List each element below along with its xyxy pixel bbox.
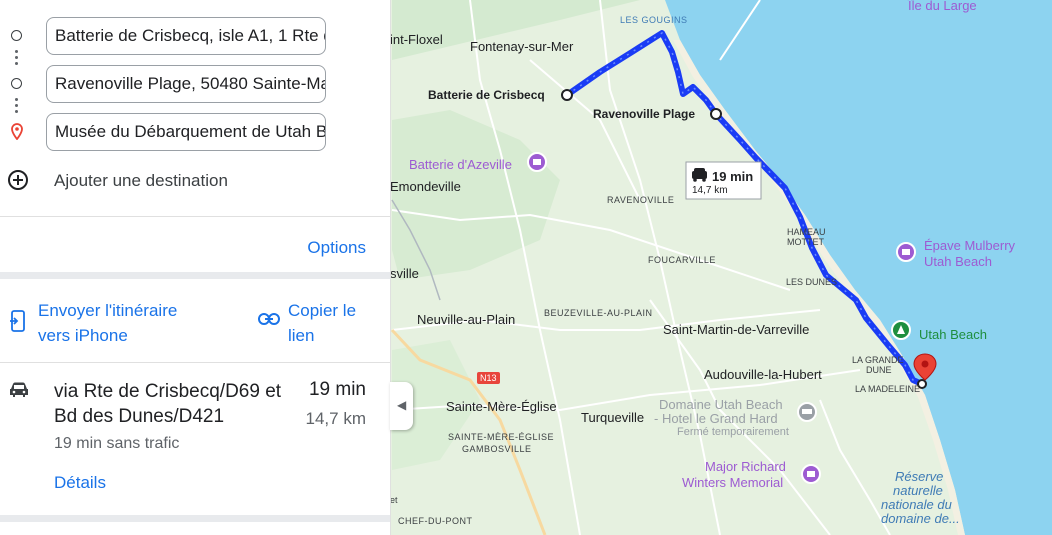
label-chef-du-pont: CHEF-DU-PONT [398, 516, 473, 526]
label-fontenay: Fontenay-sur-Mer [470, 39, 574, 54]
label-sainte-mere-small: SAINTE-MÈRE-ÉGLISE [448, 432, 554, 442]
label-utah-beach: Utah Beach [919, 327, 987, 342]
label-sainte-mere-eglise: Sainte-Mère-Église [446, 399, 557, 414]
label-hameau: HAMEAU [787, 227, 826, 237]
label-neuville: Neuville-au-Plain [417, 312, 515, 327]
route-option[interactable]: via Rte de Crisbecq/D69 et Bd des Dunes/… [0, 363, 390, 515]
car-icon [10, 382, 28, 397]
waypoint-input-stop[interactable]: Ravenoville Plage, 50480 Sainte-Marie-du… [46, 65, 326, 103]
label-hameau-2: MOTTET [787, 237, 824, 247]
start-marker[interactable] [561, 89, 573, 101]
route-duration-badge[interactable]: 19 min 14,7 km [685, 161, 762, 200]
chevron-left-icon: ◀ [397, 398, 407, 412]
section-divider [0, 272, 390, 279]
waypoint-marker[interactable] [710, 108, 722, 120]
n13-shield: N13 [477, 372, 500, 384]
details-link[interactable]: Détails [54, 473, 106, 493]
label-ile-du-large: Île du Large [907, 0, 977, 13]
label-reserve-2: naturelle [893, 483, 943, 498]
add-destination-button[interactable]: Ajouter une destination [0, 164, 390, 198]
label-les-gougins: LES GOUGINS [620, 15, 688, 25]
label-reserve-4: domaine de... [881, 511, 960, 526]
label-emondeville: Emondeville [390, 179, 461, 194]
waypoint-row: Batterie de Crisbecq, isle A1, 1 Rte de … [0, 17, 390, 57]
label-la-grande-dune-2: DUNE [866, 365, 892, 375]
route-distance: 14,7 km [305, 409, 366, 428]
add-circle-icon [8, 170, 28, 190]
museum-icon[interactable] [896, 242, 916, 262]
directions-panel: Batterie de Crisbecq, isle A1, 1 Rte de … [0, 0, 391, 535]
section-divider [0, 515, 390, 522]
badge-distance: 14,7 km [692, 185, 728, 196]
label-winters-memorial: Winters Memorial [682, 475, 783, 490]
label-et: et [390, 495, 398, 505]
waypoint-circle-icon [11, 30, 22, 41]
label-domaine-hotel: - Hotel le Grand Hard [654, 411, 778, 426]
label-epave-2: Utah Beach [924, 254, 992, 269]
copy-link-button[interactable]: Copier le lien [258, 296, 388, 352]
hotel-icon[interactable] [797, 402, 817, 422]
label-la-grande-dune: LA GRANDE [852, 355, 904, 365]
park-icon[interactable] [891, 320, 911, 340]
label-reserve-3: nationale du [881, 497, 952, 512]
label-gambosville: GAMBOSVILLE [462, 444, 532, 454]
send-to-phone-label: Envoyer l'itinéraire vers iPhone [38, 301, 178, 345]
destination-pin-icon [11, 123, 23, 140]
collapse-panel-button[interactable]: ◀ [390, 382, 413, 430]
label-la-madeleine: LA MADELEINE [855, 384, 920, 394]
route-via: via Rte de Crisbecq/D69 et Bd des Dunes/… [54, 381, 282, 427]
link-icon [258, 313, 280, 325]
divider [0, 216, 390, 217]
route-duration: 19 min [308, 379, 366, 400]
label-sville: sville [390, 266, 419, 281]
copy-link-label: Copier le lien [288, 301, 357, 345]
waypoint-circle-icon [11, 78, 22, 89]
label-ravenoville: RAVENOVILLE [607, 195, 674, 205]
waypoint-row: Ravenoville Plage, 50480 Sainte-Marie-du… [0, 65, 390, 105]
waypoint-input-start[interactable]: Batterie de Crisbecq, isle A1, 1 Rte de … [46, 17, 326, 55]
label-ravenoville-plage: Ravenoville Plage [593, 107, 695, 121]
label-saint-floxel: int-Floxel [390, 32, 443, 47]
label-turqueville: Turqueville [581, 410, 644, 425]
waypoint-input-destination[interactable]: Musée du Débarquement de Utah Beach [46, 113, 326, 151]
add-destination-label: Ajouter une destination [54, 171, 228, 190]
label-domaine-utah: Domaine Utah Beach [659, 397, 783, 412]
label-les-dunes: LES DUNES [786, 277, 837, 287]
label-reserve: Réserve [895, 469, 943, 484]
route-no-traffic: 19 min sans trafic [54, 435, 180, 452]
label-saint-martin: Saint-Martin-de-Varreville [663, 322, 809, 337]
label-foucarville: FOUCARVILLE [648, 255, 716, 265]
send-to-phone-icon [10, 310, 25, 332]
museum-icon[interactable] [527, 152, 547, 172]
label-epave: Épave Mulberry [924, 238, 1016, 253]
share-section: Envoyer l'itinéraire vers iPhone Copier … [0, 280, 390, 362]
label-domaine-closed: Fermé temporairement [677, 426, 789, 438]
label-audouville: Audouville-la-Hubert [704, 367, 822, 382]
label-beuzeville: BEUZEVILLE-AU-PLAIN [544, 308, 653, 318]
memorial-icon[interactable] [801, 464, 821, 484]
label-batterie-crisbecq: Batterie de Crisbecq [428, 88, 545, 102]
send-to-phone-button[interactable]: Envoyer l'itinéraire vers iPhone [10, 296, 250, 352]
label-batterie-azeville: Batterie d'Azeville [409, 157, 512, 172]
waypoint-row: Musée du Débarquement de Utah Beach [0, 113, 390, 153]
label-major-richard: Major Richard [705, 459, 786, 474]
svg-text:N13: N13 [480, 373, 497, 383]
options-button[interactable]: Options [307, 238, 366, 258]
badge-time: 19 min [712, 169, 753, 184]
